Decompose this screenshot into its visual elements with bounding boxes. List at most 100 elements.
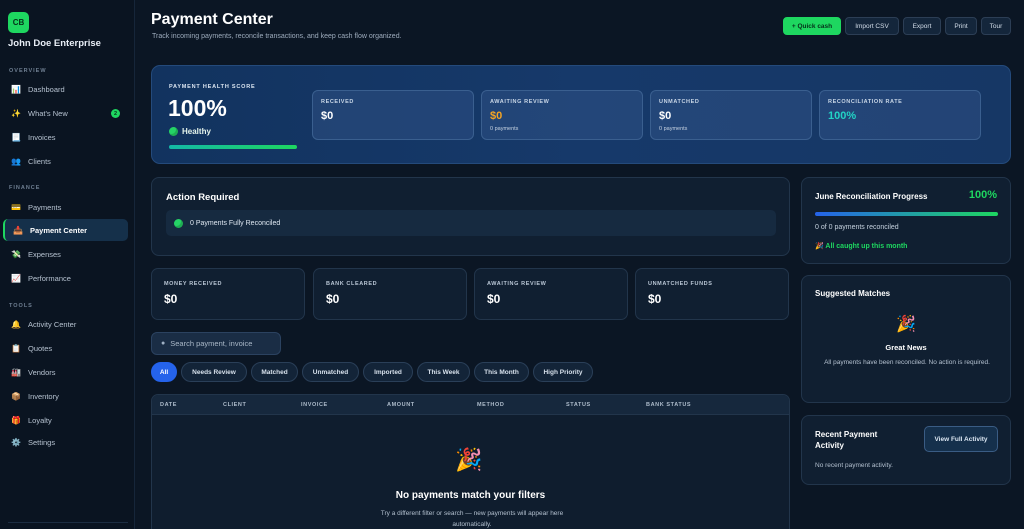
- column-header-date[interactable]: DATE: [160, 402, 177, 408]
- stat-label: UNMATCHED: [659, 99, 700, 105]
- stat-label: RECEIVED: [321, 99, 354, 105]
- chart-icon: 📊: [11, 84, 21, 94]
- empty-state-text: Try a different filter or search — new p…: [380, 510, 564, 528]
- export-button[interactable]: Export: [903, 17, 941, 35]
- filter-chip-matched[interactable]: Matched: [251, 362, 298, 382]
- metric-bank-cleared: BANK CLEARED $0: [313, 268, 467, 320]
- inbox-icon: 📥: [13, 225, 23, 235]
- sidebar-item-whats-new[interactable]: ✨ What's New 2: [3, 102, 128, 124]
- stat-sub: 0 payments: [659, 126, 688, 132]
- column-header-status[interactable]: STATUS: [566, 402, 591, 408]
- metric-label: MONEY RECEIVED: [164, 281, 223, 287]
- filter-chip-this-month[interactable]: This Month: [474, 362, 529, 382]
- health-score: 100%: [168, 95, 227, 121]
- party-popper-icon: 🎉: [896, 316, 916, 333]
- box-icon: 📦: [11, 391, 21, 401]
- sparkles-icon: ✨: [11, 108, 21, 118]
- tour-button[interactable]: Tour: [981, 17, 1011, 35]
- recent-activity-panel: Recent Payment Activity View Full Activi…: [801, 415, 1011, 485]
- sidebar-item-invoices[interactable]: 📃 Invoices: [3, 126, 128, 148]
- document-icon: 📃: [11, 132, 21, 142]
- column-header-amount[interactable]: AMOUNT: [387, 402, 415, 408]
- payment-health-card: PAYMENT HEALTH SCORE 100% Healthy RECEIV…: [151, 65, 1011, 164]
- stat-value: $0: [490, 110, 503, 122]
- party-popper-icon: 🎉: [455, 447, 483, 472]
- health-status: Healthy: [169, 127, 211, 136]
- filter-chip-imported[interactable]: Imported: [363, 362, 413, 382]
- column-header-bank-status[interactable]: BANK STATUS: [646, 402, 691, 408]
- sidebar-item-payment-center[interactable]: 📥 Payment Center: [3, 219, 128, 241]
- sidebar-item-label: Quotes: [28, 343, 53, 353]
- stat-received: RECEIVED $0: [312, 90, 474, 140]
- sidebar-item-activity-center[interactable]: 🔔 Activity Center: [3, 313, 128, 335]
- column-header-client[interactable]: CLIENT: [223, 402, 246, 408]
- stat-value: 100%: [828, 110, 857, 122]
- health-progress-fill: [169, 145, 297, 149]
- sidebar-item-clients[interactable]: 👥 Clients: [3, 150, 128, 172]
- search-box[interactable]: ●: [151, 332, 281, 355]
- gift-icon: 🎁: [11, 415, 21, 425]
- metric-value: $0: [326, 292, 340, 306]
- credit-card-icon: 💳: [11, 202, 21, 212]
- reconciliation-count: 0 of 0 payments reconciled: [815, 224, 899, 231]
- filter-chip-needs-review[interactable]: Needs Review: [181, 362, 247, 382]
- filter-chip-this-week[interactable]: This Week: [417, 362, 470, 382]
- reconciliation-progress-panel: June Reconciliation Progress 100% 0 of 0…: [801, 177, 1011, 264]
- gear-icon: ⚙️: [11, 437, 21, 447]
- import-csv-button[interactable]: Import CSV: [845, 17, 899, 35]
- money-icon: 💸: [11, 249, 21, 259]
- print-button[interactable]: Print: [945, 17, 977, 35]
- sidebar-item-dashboard[interactable]: 📊 Dashboard: [3, 78, 128, 100]
- column-header-method[interactable]: METHOD: [477, 402, 504, 408]
- section-label-tools: TOOLS: [9, 303, 33, 309]
- sidebar-item-label: Activity Center: [28, 319, 77, 329]
- reconciliation-progress-fill: [815, 212, 998, 216]
- recent-activity-empty: No recent payment activity.: [815, 462, 893, 469]
- brand-logo[interactable]: CB: [8, 12, 29, 33]
- stat-sub: 0 payments: [490, 126, 519, 132]
- action-row[interactable]: 0 Payments Fully Reconciled: [166, 210, 776, 236]
- view-full-activity-button[interactable]: View Full Activity: [924, 426, 998, 452]
- column-header-invoice[interactable]: INVOICE: [301, 402, 328, 408]
- status-dot-icon: [174, 218, 183, 228]
- brand-name: John Doe Enterprise: [8, 38, 101, 49]
- sidebar-item-label: Vendors: [28, 367, 56, 377]
- sidebar-item-label: Dashboard: [28, 84, 65, 94]
- stat-value: $0: [321, 110, 334, 122]
- filter-chip-unmatched[interactable]: Unmatched: [302, 362, 359, 382]
- suggested-matches-heading: Great News: [885, 343, 927, 352]
- sidebar-item-label: Expenses: [28, 249, 61, 259]
- metric-value: $0: [648, 292, 662, 306]
- stat-unmatched: UNMATCHED $0 0 payments: [650, 90, 812, 140]
- search-icon: ●: [161, 340, 166, 347]
- recent-activity-title: Recent Payment Activity: [815, 430, 878, 450]
- sidebar-divider: [8, 522, 128, 523]
- sidebar-item-inventory[interactable]: 📦 Inventory: [3, 385, 128, 407]
- metric-label: AWAITING REVIEW: [487, 281, 547, 287]
- health-status-text: Healthy: [182, 127, 211, 136]
- filter-chip-all[interactable]: All: [151, 362, 177, 382]
- filter-chip-high-priority[interactable]: High Priority: [533, 362, 593, 382]
- sidebar-item-payments[interactable]: 💳 Payments: [3, 196, 128, 218]
- metric-money-received: MONEY RECEIVED $0: [151, 268, 305, 320]
- search-input[interactable]: [170, 339, 263, 348]
- clipboard-icon: 📋: [11, 343, 21, 353]
- reconciliation-progress-bar: [815, 212, 998, 216]
- sidebar-item-label: Settings: [28, 437, 56, 447]
- metric-label: BANK CLEARED: [326, 281, 378, 287]
- sidebar-item-vendors[interactable]: 🏭 Vendors: [3, 361, 128, 383]
- trending-icon: 📈: [11, 273, 21, 283]
- sidebar-item-loyalty[interactable]: 🎁 Loyalty: [3, 409, 128, 431]
- bell-icon: 🔔: [11, 319, 21, 329]
- health-progress-bar: [169, 145, 297, 149]
- stat-label: RECONCILIATION RATE: [828, 99, 903, 105]
- stat-label: AWAITING REVIEW: [490, 99, 550, 105]
- sidebar-item-quotes[interactable]: 📋 Quotes: [3, 337, 128, 359]
- quick-cash-button[interactable]: + Quick cash: [783, 17, 841, 35]
- sidebar-item-expenses[interactable]: 💸 Expenses: [3, 243, 128, 265]
- sidebar-item-settings[interactable]: ⚙️ Settings: [3, 431, 128, 453]
- sidebar-item-label: Performance: [28, 273, 71, 283]
- suggested-matches-text: All payments have been reconciled. No ac…: [824, 359, 990, 366]
- reconciliation-status: 🎉 All caught up this month: [815, 243, 908, 250]
- sidebar-item-performance[interactable]: 📈 Performance: [3, 267, 128, 289]
